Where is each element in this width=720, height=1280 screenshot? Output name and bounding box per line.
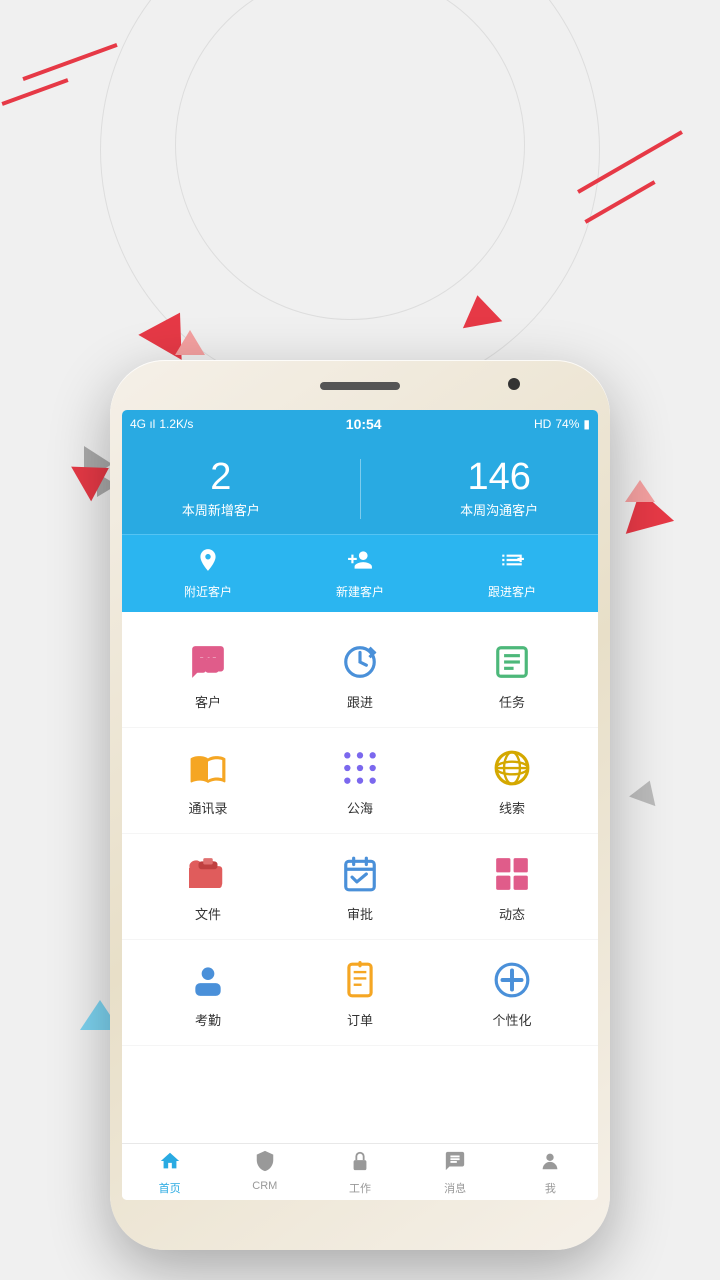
public-sea-label: 公海 [347, 798, 373, 817]
nav-home[interactable]: 首页 [142, 1150, 197, 1196]
menu-row-2: 通讯录 [122, 728, 598, 834]
menu-item-attendance[interactable]: 考勤 [168, 956, 248, 1029]
public-sea-icon [336, 744, 384, 792]
clues-label: 线索 [499, 798, 525, 817]
dynamic-label: 动态 [499, 904, 525, 923]
contacted-number: 146 [467, 458, 530, 496]
header-stats: 2 本周新增客户 146 本周沟通客户 [122, 438, 598, 534]
status-time: 10:54 [346, 416, 382, 432]
status-bar: 4G ıl 1.2K/s 10:54 HD 74% ▮ [122, 410, 598, 438]
lock-icon [349, 1150, 371, 1178]
quick-action-new-customer-label: 新建客户 [336, 583, 384, 600]
menu-item-dynamic[interactable]: 动态 [472, 850, 552, 923]
quick-action-follow-customer[interactable]: 跟进客户 [488, 547, 536, 600]
menu-grid: 客户 跟进 [122, 612, 598, 1056]
bottom-nav: 首页 CRM 工作 [122, 1143, 598, 1200]
quick-action-new-customer[interactable]: 新建客户 [336, 547, 384, 600]
menu-item-public-sea[interactable]: 公海 [320, 744, 400, 817]
speaker [320, 382, 400, 390]
quick-action-nearby[interactable]: 附近客户 [184, 547, 232, 600]
nav-crm[interactable]: CRM [237, 1150, 292, 1196]
battery-icon: ▮ [583, 417, 590, 431]
nav-message[interactable]: 消息 [428, 1150, 483, 1196]
contacts-label: 通讯录 [188, 798, 227, 817]
phone-screen: 4G ıl 1.2K/s 10:54 HD 74% ▮ 2 本周新增客户 146… [122, 410, 598, 1200]
status-left: 4G ıl 1.2K/s [130, 417, 193, 431]
attendance-icon [184, 956, 232, 1004]
menu-row-3: 文件 审批 [122, 834, 598, 940]
stat-divider [360, 459, 361, 519]
nav-home-label: 首页 [159, 1180, 181, 1196]
task-icon [488, 638, 536, 686]
task-label: 任务 [499, 692, 525, 711]
clues-icon [488, 744, 536, 792]
shield-icon [254, 1150, 276, 1178]
stat-new-customers: 2 本周新增客户 [182, 458, 260, 519]
menu-row-4: 考勤 订单 [122, 940, 598, 1046]
nav-work[interactable]: 工作 [332, 1150, 387, 1196]
menu-item-contacts[interactable]: 通讯录 [168, 744, 248, 817]
order-icon [336, 956, 384, 1004]
custom-icon [488, 956, 536, 1004]
network-indicator: 4G ıl [130, 417, 155, 431]
nav-message-label: 消息 [444, 1180, 466, 1196]
camera [508, 378, 520, 390]
battery-indicator: 74% [555, 417, 579, 431]
hd-badge: HD [534, 417, 551, 431]
add-person-icon [347, 547, 373, 579]
nav-me-label: 我 [545, 1180, 556, 1196]
person-icon [539, 1150, 561, 1178]
approve-icon [336, 850, 384, 898]
nav-work-label: 工作 [349, 1180, 371, 1196]
quick-actions-bar: 附近客户 新建客户 跟进客户 [122, 534, 598, 612]
new-customers-number: 2 [210, 458, 231, 496]
files-label: 文件 [195, 904, 221, 923]
nav-crm-label: CRM [252, 1180, 277, 1192]
contacts-icon [184, 744, 232, 792]
files-icon [184, 850, 232, 898]
menu-item-custom[interactable]: 个性化 [472, 956, 552, 1029]
custom-label: 个性化 [492, 1010, 531, 1029]
nav-me[interactable]: 我 [523, 1150, 578, 1196]
status-right: HD 74% ▮ [534, 417, 590, 431]
attendance-label: 考勤 [195, 1010, 221, 1029]
follow-icon [336, 638, 384, 686]
menu-item-customer[interactable]: 客户 [168, 638, 248, 711]
quick-action-follow-label: 跟进客户 [488, 583, 536, 600]
menu-item-follow[interactable]: 跟进 [320, 638, 400, 711]
menu-item-files[interactable]: 文件 [168, 850, 248, 923]
chat-icon [444, 1150, 466, 1178]
menu-item-clues[interactable]: 线索 [472, 744, 552, 817]
contacted-label: 本周沟通客户 [460, 500, 538, 519]
new-customers-label: 本周新增客户 [182, 500, 260, 519]
home-icon [159, 1150, 181, 1178]
menu-row-1: 客户 跟进 [122, 622, 598, 728]
order-label: 订单 [347, 1010, 373, 1029]
add-list-icon [499, 547, 525, 579]
phone-shell: 4G ıl 1.2K/s 10:54 HD 74% ▮ 2 本周新增客户 146… [110, 360, 610, 1250]
stat-contacted-customers: 146 本周沟通客户 [460, 458, 538, 519]
menu-item-approve[interactable]: 审批 [320, 850, 400, 923]
speed-indicator: 1.2K/s [159, 417, 193, 431]
approve-label: 审批 [347, 904, 373, 923]
dynamic-icon [488, 850, 536, 898]
customer-label: 客户 [195, 692, 221, 711]
menu-item-order[interactable]: 订单 [320, 956, 400, 1029]
menu-item-task[interactable]: 任务 [472, 638, 552, 711]
follow-label: 跟进 [347, 692, 373, 711]
quick-action-nearby-label: 附近客户 [184, 583, 232, 600]
customer-icon [184, 638, 232, 686]
location-icon [195, 547, 221, 579]
